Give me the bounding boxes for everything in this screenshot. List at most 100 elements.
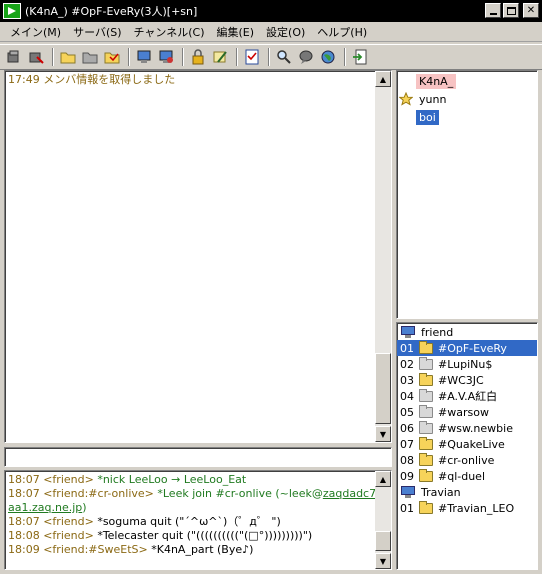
log-line: 18:08 <friend> *Telecaster quit ("((((((… [8, 529, 388, 543]
disconnect-button[interactable] [26, 47, 46, 67]
exit-button[interactable] [350, 47, 370, 67]
member-item[interactable]: boi [398, 108, 536, 126]
log-text: *nick LeeLoo → LeeLoo_Eat [97, 473, 247, 486]
channel-number: 02 [400, 357, 414, 371]
scroll-up-button[interactable]: ▲ [375, 471, 391, 487]
toolbar [0, 44, 542, 70]
disconnect-icon [29, 52, 44, 64]
server-button[interactable] [134, 47, 154, 67]
channel-node[interactable]: 08 #cr-onlive [397, 452, 537, 468]
server-label: friend [421, 325, 454, 339]
server-node[interactable]: Travian [397, 484, 537, 500]
close-icon: ✕ [526, 4, 536, 16]
channel-node[interactable]: 04 #A.V.A紅白 [397, 388, 537, 404]
scroll-down-button[interactable]: ▼ [375, 553, 391, 569]
log-line: 18:09 <friend:#SweEtS> *K4nA_part (Bye♪) [8, 543, 388, 557]
channel-list-icon [104, 52, 120, 64]
minimize-button[interactable] [485, 3, 501, 18]
folder-icon [419, 372, 433, 386]
free-log-content: 18:07 <friend> *nick LeeLoo → LeeLoo_Eat… [5, 471, 391, 559]
channel-number: 01 [400, 501, 414, 515]
folder-icon [419, 404, 433, 418]
channel-number: 03 [400, 373, 414, 387]
channel-tree-pane[interactable]: friend 01 #OpF-EveRy 02 #LupiNu$ 03 #WC3JC 04 #A… [396, 322, 538, 570]
folder-icon [419, 340, 433, 354]
connect-button[interactable] [4, 47, 24, 67]
channel-label: #WC3JC [438, 373, 484, 387]
log-link[interactable]: aa1.zaq.ne.jp [8, 501, 82, 514]
channel-node[interactable]: 02 #LupiNu$ [397, 356, 537, 372]
lock-button[interactable] [188, 47, 208, 67]
channel-node[interactable]: 01 #OpF-EveRy [397, 340, 537, 356]
member-list: K4nA_ yunn boi [397, 71, 537, 127]
maximize-icon [506, 6, 516, 15]
folder-icon [419, 452, 433, 466]
search-button[interactable] [274, 47, 294, 67]
folder-icon [419, 420, 433, 434]
scroll-thumb[interactable] [375, 353, 391, 424]
member-item[interactable]: yunn [398, 90, 536, 108]
toolbar-separator [52, 48, 54, 66]
member-list-pane[interactable]: K4nA_ yunn boi [396, 70, 538, 319]
channel-number: 01 [400, 341, 414, 355]
log-time: 18:07 [8, 487, 44, 500]
member-name: boi [416, 109, 439, 125]
menu-settings[interactable]: 設定(O) [260, 24, 311, 40]
channel-log-scrollbar[interactable]: ▲ ▼ [375, 71, 391, 442]
menu-help[interactable]: ヘルプ(H) [311, 24, 373, 40]
arrow-down-icon: ▼ [379, 429, 387, 439]
maximize-button[interactable] [503, 3, 519, 18]
scroll-thumb[interactable] [375, 531, 391, 551]
menu-main[interactable]: メイン(M) [4, 24, 67, 40]
edit-button[interactable] [210, 47, 230, 67]
log-link[interactable]: zaqdadc7 [323, 487, 376, 500]
server-node[interactable]: friend [397, 324, 537, 340]
globe-button[interactable] [318, 47, 338, 67]
channel-label: #cr-onlive [438, 453, 495, 467]
join-channel-button[interactable] [58, 47, 78, 67]
menu-server[interactable]: サーバ(S) [67, 24, 127, 40]
checklist-button[interactable] [242, 47, 262, 67]
channel-log-pane[interactable]: 17:49 メンバ情報を取得しました ▲ ▼ [4, 70, 392, 443]
menu-edit[interactable]: 編集(E) [210, 24, 260, 40]
connect-icon [7, 50, 19, 63]
channel-label: #QuakeLive [438, 437, 505, 451]
chat-bubble-button[interactable] [296, 47, 316, 67]
message-input[interactable] [5, 448, 391, 466]
free-log-scrollbar[interactable]: ▲ ▼ [375, 471, 391, 569]
log-line: 17:49 メンバ情報を取得しました [8, 73, 388, 87]
arrow-down-icon: ▼ [379, 556, 387, 566]
log-text: *Telecaster quit ("(((((((((("(□°)))))))… [97, 529, 313, 542]
channel-node[interactable]: 07 #QuakeLive [397, 436, 537, 452]
log-message: メンバ情報を取得しました [43, 73, 176, 86]
log-text: <friend> [43, 529, 98, 542]
checklist-icon [245, 49, 259, 65]
channel-number: 09 [400, 469, 414, 483]
part-channel-button[interactable] [80, 47, 100, 67]
member-mark [398, 109, 414, 125]
log-line: 18:07 <friend:#cr-onlive> *Leek join #cr… [8, 487, 388, 501]
menu-channel[interactable]: チャンネル(C) [128, 24, 211, 40]
scroll-down-button[interactable]: ▼ [375, 426, 391, 442]
channel-node[interactable]: 05 #warsow [397, 404, 537, 420]
scroll-up-button[interactable]: ▲ [375, 71, 391, 87]
channel-number: 08 [400, 453, 414, 467]
channel-node[interactable]: 06 #wsw.newbie [397, 420, 537, 436]
member-item[interactable]: K4nA_ [398, 72, 536, 90]
app-icon[interactable] [3, 3, 21, 19]
channel-node[interactable]: 01 #Travian_LEO [397, 500, 537, 516]
title-bar[interactable]: (K4nA_) #OpF-EveRy(3人)[+sn] ✕ [0, 0, 542, 22]
channel-list-button[interactable] [102, 47, 122, 67]
free-log-pane[interactable]: 18:07 <friend> *nick LeeLoo → LeeLoo_Eat… [4, 470, 392, 570]
folder-icon [419, 500, 433, 514]
search-icon [277, 50, 291, 64]
channel-label: #warsow [438, 405, 489, 419]
channel-node[interactable]: 03 #WC3JC [397, 372, 537, 388]
close-button[interactable]: ✕ [523, 3, 539, 18]
log-text: <friend> [43, 515, 98, 528]
log-text: *K4nA_part (Bye♪) [151, 543, 254, 556]
channel-node[interactable]: 09 #ql-duel [397, 468, 537, 484]
star-icon [398, 91, 414, 107]
settings-button[interactable] [156, 47, 176, 67]
toolbar-separator [236, 48, 238, 66]
